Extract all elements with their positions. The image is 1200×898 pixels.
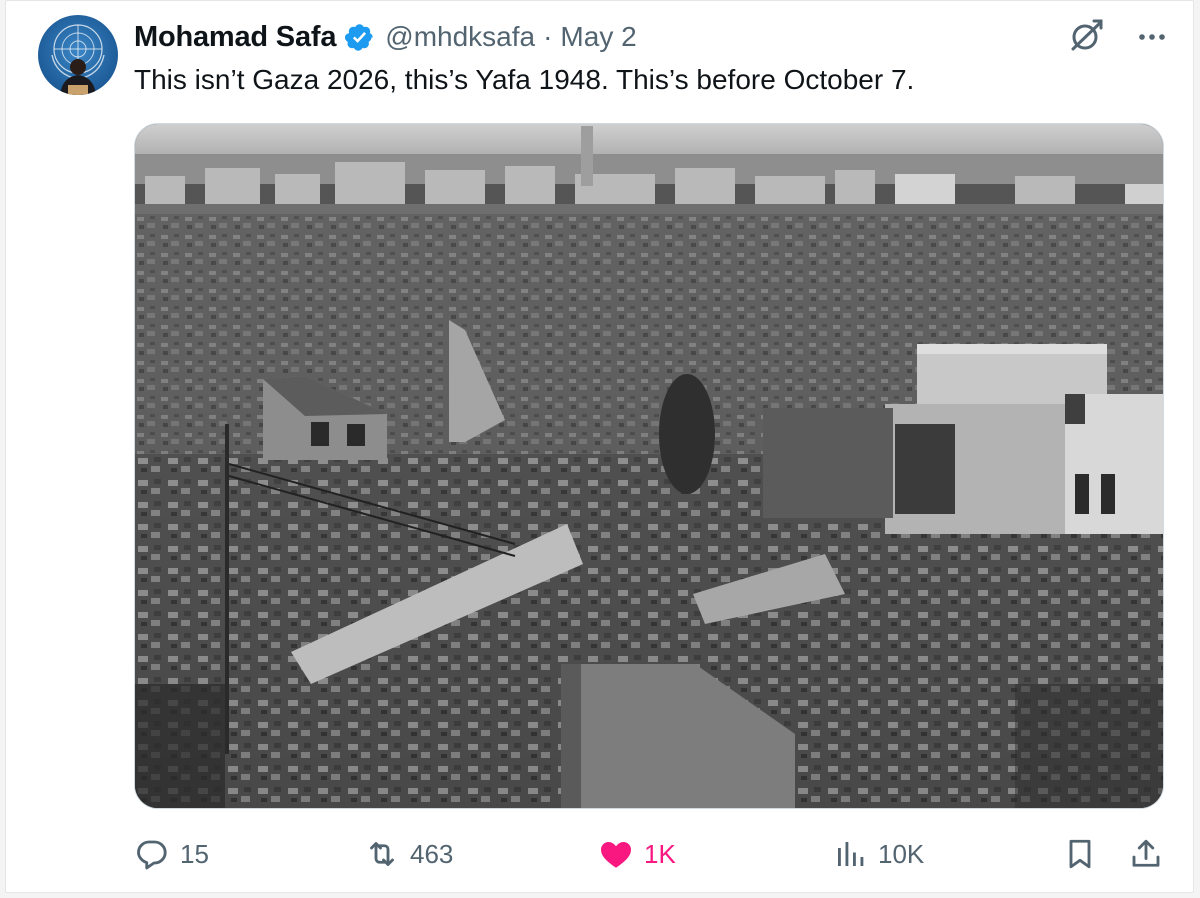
retweet-icon: [364, 836, 400, 872]
bookmark-icon: [1062, 836, 1098, 872]
tweet-date[interactable]: May 2: [560, 21, 636, 53]
tweet-card[interactable]: Mohamad Safa @mhdksafa · May 2 This isn’…: [5, 0, 1194, 893]
photo-image: [135, 124, 1163, 808]
retweet-count: 463: [410, 838, 454, 869]
bookmark-button[interactable]: [1062, 829, 1108, 879]
tweet-header: Mohamad Safa @mhdksafa · May 2: [134, 19, 637, 55]
top-actions: [1067, 17, 1171, 55]
author-name[interactable]: Mohamad Safa: [134, 21, 336, 54]
like-count: 1K: [644, 838, 676, 869]
views-button[interactable]: 10K: [832, 829, 924, 879]
reply-count: 15: [180, 838, 209, 869]
tweet-text: This isn’t Gaza 2026, this’s Yafa 1948. …: [134, 64, 915, 95]
share-icon: [1128, 836, 1164, 872]
tweet-action-bar: 15 463 1K 10K: [6, 829, 1195, 879]
author-handle[interactable]: @mhdksafa: [385, 21, 535, 53]
reply-icon: [134, 836, 170, 872]
heart-icon: [598, 836, 634, 872]
verified-badge-icon: [344, 22, 375, 53]
grok-icon[interactable]: [1067, 17, 1105, 55]
avatar[interactable]: [38, 15, 118, 95]
share-button[interactable]: [1128, 829, 1174, 879]
retweet-button[interactable]: 463: [364, 829, 453, 879]
avatar-image: [51, 24, 105, 95]
more-icon[interactable]: [1133, 17, 1171, 55]
tweet-photo[interactable]: [134, 123, 1164, 809]
views-icon: [832, 836, 868, 872]
separator-dot: ·: [543, 21, 553, 52]
reply-button[interactable]: 15: [134, 829, 209, 879]
views-count: 10K: [878, 838, 925, 869]
like-button[interactable]: 1K: [598, 829, 676, 879]
